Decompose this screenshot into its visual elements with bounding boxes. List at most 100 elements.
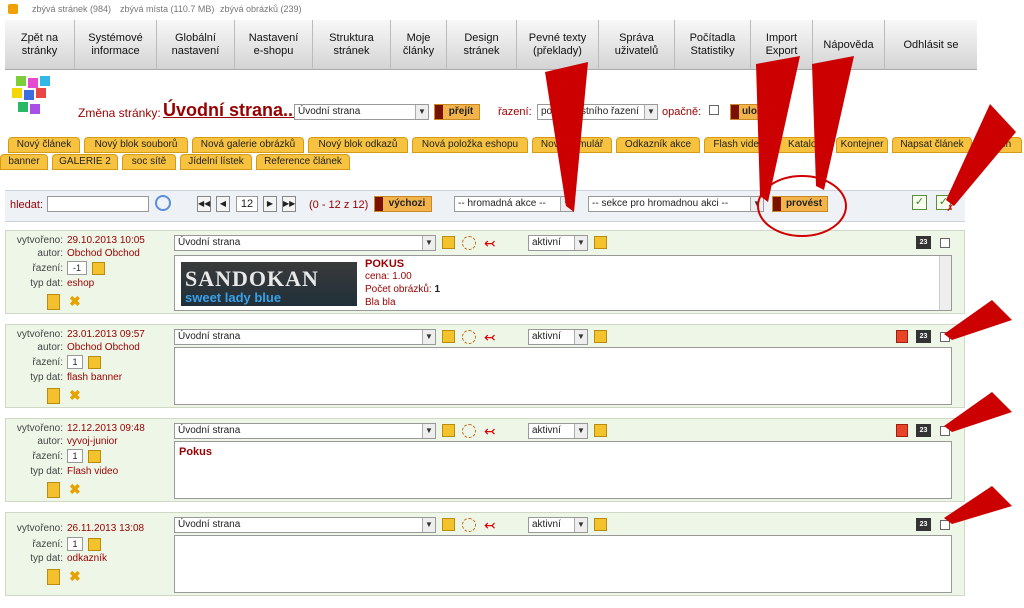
tab-flash[interactable]: Flash: [976, 137, 1022, 153]
link-icon[interactable]: ↢: [484, 236, 510, 250]
status-select[interactable]: aktivní ▼: [528, 423, 588, 439]
status-select[interactable]: aktivní ▼: [528, 235, 588, 251]
nav-import[interactable]: Import Export: [751, 20, 813, 70]
tab-gallery-2[interactable]: GALERIE 2: [52, 154, 118, 170]
calendar-icon[interactable]: 23: [916, 330, 931, 343]
nav-structure[interactable]: Struktura stránek: [313, 20, 391, 70]
uncheck-all-icon[interactable]: ✓ ✗: [936, 195, 954, 213]
calendar-icon[interactable]: 23: [916, 518, 931, 531]
red-flag-icon[interactable]: [896, 424, 908, 437]
last-page-icon[interactable]: ▶▶: [282, 196, 296, 212]
page-number-input[interactable]: 12: [236, 196, 258, 212]
nav-help[interactable]: Nápověda: [813, 20, 885, 70]
order-input[interactable]: 1: [67, 537, 83, 551]
usb-icon[interactable]: [462, 518, 476, 532]
save-icon[interactable]: [594, 424, 607, 437]
record-page-select[interactable]: Úvodní strana ▼: [174, 517, 436, 533]
nav-eshop[interactable]: Nastavení e-shopu: [235, 20, 313, 70]
tab-link-action[interactable]: Odkazník akce: [616, 137, 700, 153]
tab-new-links[interactable]: Nový blok odkazů: [308, 137, 408, 153]
prev-page-icon[interactable]: ◀: [216, 196, 230, 212]
tab-social[interactable]: soc sítě: [122, 154, 176, 170]
usb-icon[interactable]: [462, 424, 476, 438]
save-icon[interactable]: [442, 518, 455, 531]
record-page-select[interactable]: Úvodní strana ▼: [174, 423, 436, 439]
save-icon[interactable]: [442, 236, 455, 249]
bulk-action-select[interactable]: -- hromadná akce -- ▼: [454, 196, 574, 212]
save-icon[interactable]: [92, 262, 105, 275]
record-content[interactable]: [174, 347, 952, 405]
save-icon[interactable]: [594, 236, 607, 249]
save-icon[interactable]: [594, 330, 607, 343]
record-page-select[interactable]: Úvodní strana ▼: [174, 235, 436, 251]
link-icon[interactable]: ↢: [484, 330, 510, 344]
nav-logout[interactable]: Odhlásit se: [885, 20, 977, 70]
nav-design[interactable]: Design stránek: [447, 20, 517, 70]
record-checkbox[interactable]: [940, 426, 950, 436]
check-all-icon[interactable]: ✓: [912, 195, 927, 210]
next-page-icon[interactable]: ▶: [263, 196, 277, 212]
tools-icon[interactable]: ✖: [69, 481, 85, 497]
save-icon[interactable]: [88, 356, 101, 369]
usb-icon[interactable]: [462, 236, 476, 250]
nav-articles[interactable]: Moje články: [391, 20, 447, 70]
trash-icon[interactable]: [47, 482, 60, 498]
calendar-icon[interactable]: 23: [916, 424, 931, 437]
record-checkbox[interactable]: [940, 238, 950, 248]
tab-container[interactable]: Kontejner: [836, 137, 888, 153]
order-input[interactable]: 1: [67, 355, 83, 369]
tools-icon[interactable]: ✖: [69, 387, 85, 403]
trash-icon[interactable]: [47, 388, 60, 404]
tab-new-gallery[interactable]: Nová galerie obrázků: [192, 137, 304, 153]
tab-menu[interactable]: Jídelní lístek: [180, 154, 252, 170]
sort-select[interactable]: podle vlastního řazení ▼: [537, 104, 658, 120]
record-content[interactable]: SANDOKAN sweet lady blue POKUS cena: 1.0…: [174, 255, 952, 311]
run-button[interactable]: provést: [772, 196, 828, 212]
tab-new-files[interactable]: Nový blok souborů: [84, 137, 188, 153]
search-input[interactable]: [47, 196, 149, 212]
tab-flash-video[interactable]: Flash video: [704, 137, 774, 153]
reverse-checkbox[interactable]: [709, 105, 719, 115]
record-checkbox[interactable]: [940, 332, 950, 342]
tab-write-article[interactable]: Napsat článek: [892, 137, 972, 153]
tab-catalog[interactable]: Katalog: [778, 137, 832, 153]
status-select[interactable]: aktivní ▼: [528, 517, 588, 533]
nav-texts[interactable]: Pevné texty (překlady): [517, 20, 599, 70]
save-icon[interactable]: [88, 450, 101, 463]
trash-icon[interactable]: [47, 569, 60, 585]
save-order-button[interactable]: uložit: [730, 104, 770, 120]
tab-reference[interactable]: Reference článek: [256, 154, 350, 170]
tools-icon[interactable]: ✖: [69, 568, 85, 584]
red-flag-icon[interactable]: [896, 330, 908, 343]
page-select[interactable]: Úvodní strana ▼: [294, 104, 429, 120]
nav-stats[interactable]: Počítadla Statistiky: [675, 20, 751, 70]
link-icon[interactable]: ↢: [484, 424, 510, 438]
nav-users[interactable]: Správa uživatelů: [599, 20, 675, 70]
link-icon[interactable]: ↢: [484, 518, 510, 532]
usb-icon[interactable]: [462, 330, 476, 344]
order-input[interactable]: -1: [67, 261, 87, 275]
calendar-icon[interactable]: 23: [916, 236, 931, 249]
save-icon[interactable]: [88, 538, 101, 551]
nav-back[interactable]: Zpět na stránky: [5, 20, 75, 70]
tab-banner[interactable]: banner: [0, 154, 48, 170]
save-icon[interactable]: [442, 330, 455, 343]
nav-system[interactable]: Systémové informace: [75, 20, 157, 70]
save-icon[interactable]: [594, 518, 607, 531]
first-page-icon[interactable]: ◀◀: [197, 196, 211, 212]
tools-icon[interactable]: ✖: [69, 293, 85, 309]
nav-global[interactable]: Globální nastavení: [157, 20, 235, 70]
tab-new-form[interactable]: Nový formulář: [532, 137, 612, 153]
record-content[interactable]: [174, 535, 952, 593]
trash-icon[interactable]: [47, 294, 60, 310]
order-input[interactable]: 1: [67, 449, 83, 463]
page-title[interactable]: Úvodní strana...: [163, 100, 298, 121]
tab-new-article[interactable]: Nový článek: [8, 137, 80, 153]
content-scrollbar[interactable]: [939, 256, 951, 310]
search-icon[interactable]: [155, 195, 171, 211]
status-select[interactable]: aktivní ▼: [528, 329, 588, 345]
record-content[interactable]: Pokus: [174, 441, 952, 499]
record-page-select[interactable]: Úvodní strana ▼: [174, 329, 436, 345]
save-icon[interactable]: [442, 424, 455, 437]
bulk-section-select[interactable]: -- sekce pro hromadnou akci -- ▼: [588, 196, 764, 212]
